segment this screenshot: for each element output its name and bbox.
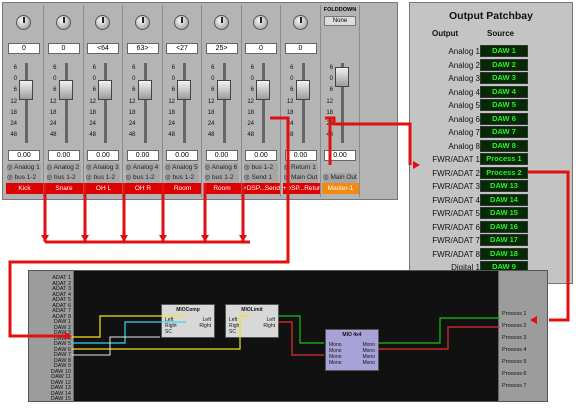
arrow-icon: [530, 316, 537, 324]
wire-red-send: [8, 116, 290, 338]
routing-wires: [8, 116, 570, 356]
wire-red-inner: [278, 321, 324, 356]
wire-cyan: [72, 321, 186, 344]
wire-red-return-1: [325, 116, 412, 165]
wire-green-2: [378, 317, 500, 344]
wire-yellow-2: [72, 315, 250, 350]
arrow-icon: [65, 332, 72, 340]
wire-white: [72, 336, 160, 356]
wire-red-out: [378, 326, 500, 350]
wire-green-1: [278, 315, 324, 344]
wire-yellow: [72, 315, 186, 338]
wire-red-return-2: [528, 170, 570, 322]
arrow-icon: [413, 161, 420, 169]
